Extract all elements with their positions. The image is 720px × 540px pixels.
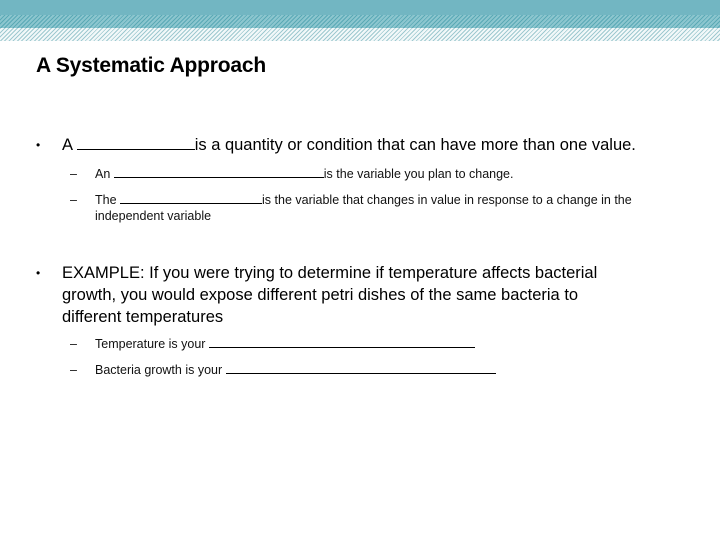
- bullet-suffix: is a quantity or condition that can have…: [194, 136, 636, 154]
- dash-marker: –: [70, 167, 77, 181]
- slide-title: A Systematic Approach: [36, 54, 266, 77]
- dash-marker: –: [70, 193, 77, 207]
- bullet-marker: •: [36, 138, 41, 152]
- fill-in-blank: [225, 372, 496, 374]
- example-line: EXAMPLE: If you were trying to determine…: [62, 264, 598, 282]
- bullet-definition: • A is a quantity or condition that can …: [36, 134, 636, 156]
- fill-in-blank: [120, 202, 263, 204]
- header-band: [0, 0, 720, 15]
- subitem-dependent: – The is the variable that changes in va…: [70, 192, 632, 224]
- example-line: growth, you would expose different petri…: [62, 286, 579, 304]
- subitem-suffix: is the variable you plan to change.: [323, 167, 514, 181]
- subitem-temperature: – Temperature is your: [70, 336, 475, 352]
- subitem-independent: – An is the variable you plan to change.: [70, 166, 514, 182]
- subitem-prefix: Temperature is your: [95, 337, 209, 351]
- example-line: different temperatures: [62, 308, 224, 326]
- subitem-prefix: An: [95, 167, 114, 181]
- subitem-continuation: independent variable: [95, 209, 212, 223]
- subitem-prefix: The: [95, 193, 121, 207]
- dash-marker: –: [70, 337, 77, 351]
- bullet-marker: •: [36, 266, 41, 280]
- subitem-prefix: Bacteria growth is your: [95, 363, 226, 377]
- dash-marker: –: [70, 363, 77, 377]
- subitem-suffix: is the variable that changes in value in…: [262, 193, 632, 207]
- subitem-bacteria-growth: – Bacteria growth is your: [70, 362, 496, 378]
- bullet-example: • EXAMPLE: If you were trying to determi…: [36, 262, 598, 328]
- fill-in-blank: [208, 346, 475, 348]
- bullet-prefix: A: [62, 136, 77, 154]
- header-hatch-fade: [0, 28, 720, 41]
- fill-in-blank: [113, 176, 324, 178]
- fill-in-blank: [76, 148, 195, 150]
- header-hatch-band: [0, 15, 720, 28]
